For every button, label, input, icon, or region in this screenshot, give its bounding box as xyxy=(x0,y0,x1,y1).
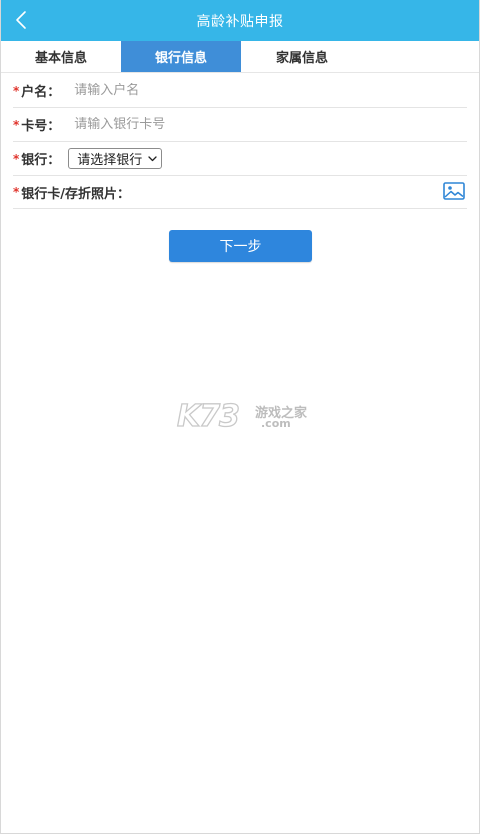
card-number-input[interactable] xyxy=(74,117,375,132)
photo-label-text: 银行卡/存折照片： xyxy=(21,186,131,202)
watermark-logo: K73 游戏之家 .com xyxy=(176,399,307,436)
page-title: 高龄补贴申报 xyxy=(196,13,284,30)
bank-label: * 银行： xyxy=(13,149,61,169)
required-mark: * xyxy=(13,117,20,132)
card-number-label: * 卡号： xyxy=(13,115,61,135)
tab-bank-info[interactable]: 银行信息 xyxy=(121,41,241,72)
account-name-label-text: 户名： xyxy=(21,85,61,100)
back-button[interactable] xyxy=(7,6,35,34)
watermark-domain: .com xyxy=(261,417,291,430)
bank-label-text: 银行： xyxy=(21,153,61,168)
photo-row: * 银行卡/存折照片： xyxy=(13,176,467,209)
tab-bar: 基本信息 银行信息 家属信息 xyxy=(1,41,479,73)
image-upload-icon[interactable] xyxy=(443,182,465,200)
card-number-label-text: 卡号： xyxy=(21,119,61,134)
chevron-left-icon xyxy=(16,11,26,29)
required-mark: * xyxy=(13,83,20,98)
bank-row: * 银行： 请选择银行 xyxy=(13,142,467,176)
required-mark: * xyxy=(13,185,20,199)
next-step-button[interactable]: 下一步 xyxy=(169,230,312,262)
app-header: 高龄补贴申报 xyxy=(1,0,479,41)
card-number-row: * 卡号： xyxy=(13,108,467,142)
tab-basic-info[interactable]: 基本信息 xyxy=(1,41,121,72)
bank-select[interactable]: 请选择银行 xyxy=(68,148,163,169)
bank-info-form: * 户名： * 卡号： * 银行： 请选择银行 * 银行卡/存折照片： xyxy=(13,74,467,209)
account-name-input[interactable] xyxy=(74,83,375,98)
tab-family-info[interactable]: 家属信息 xyxy=(241,41,363,72)
account-name-row: * 户名： xyxy=(13,74,467,108)
account-name-label: * 户名： xyxy=(13,81,61,101)
chevron-down-icon xyxy=(148,155,157,162)
watermark-logo-mark: K73 xyxy=(176,399,240,434)
photo-label: * 银行卡/存折照片： xyxy=(13,183,130,202)
bank-select-value: 请选择银行 xyxy=(77,153,143,168)
required-mark: * xyxy=(13,151,20,166)
